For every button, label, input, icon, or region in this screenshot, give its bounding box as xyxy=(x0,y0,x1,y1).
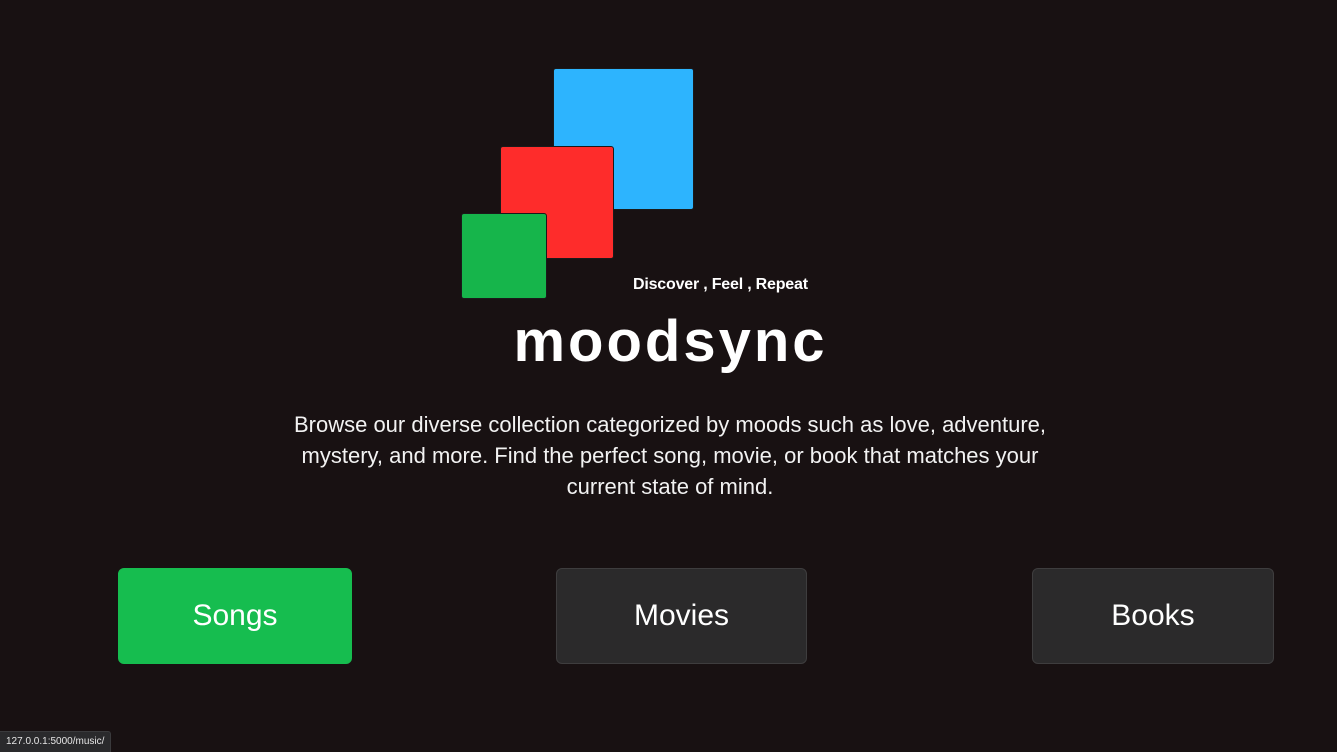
description-text: Browse our diverse collection categorize… xyxy=(293,412,1047,499)
brand-name: moodsync xyxy=(513,309,828,374)
tagline: Discover , Feel , Repeat xyxy=(633,276,808,293)
movies-button[interactable]: Movies xyxy=(556,568,807,664)
logo-green-square xyxy=(461,213,547,299)
status-bar-url: 127.0.0.1:5000/music/ xyxy=(0,731,112,752)
books-button[interactable]: Books xyxy=(1032,568,1274,664)
songs-button[interactable]: Songs xyxy=(118,568,352,664)
